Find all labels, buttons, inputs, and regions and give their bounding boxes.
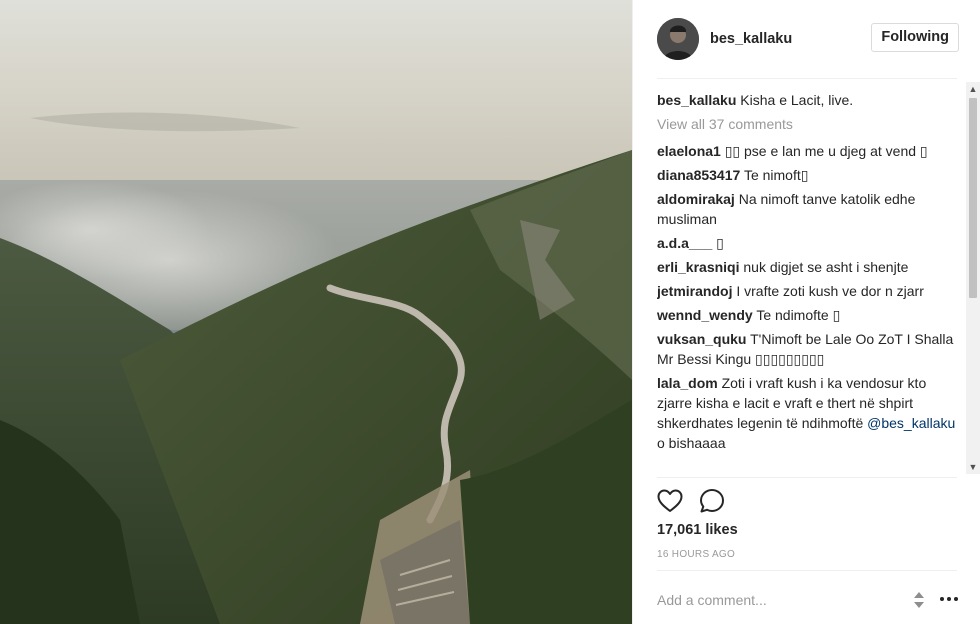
view-all-comments-link[interactable]: View all 37 comments <box>657 114 957 134</box>
more-options-icon[interactable] <box>937 589 961 609</box>
caption-author[interactable]: bes_kallaku <box>657 92 736 108</box>
comment-item: erli_krasniqi nuk digjet se asht i shenj… <box>657 257 957 277</box>
divider <box>657 477 957 478</box>
divider <box>657 78 957 79</box>
add-comment-input[interactable] <box>657 586 897 614</box>
avatar[interactable] <box>657 18 699 60</box>
divider <box>657 570 957 571</box>
comment-username[interactable]: wennd_wendy <box>657 307 753 323</box>
comments-scrollbar[interactable]: ▲ ▼ <box>966 82 980 474</box>
post-details-panel: bes_kallaku Following bes_kallaku Kisha … <box>632 0 980 624</box>
comment-item: elaelona1 ▯▯ pse e lan me u djeg at vend… <box>657 141 957 161</box>
avatar-image <box>657 18 699 60</box>
comment-item: a.d.a___ ▯ <box>657 233 957 253</box>
author-username[interactable]: bes_kallaku <box>710 31 792 47</box>
comment-username[interactable]: vuksan_quku <box>657 331 746 347</box>
comment-text: o bishaaaa <box>657 435 726 451</box>
comment-username[interactable]: jetmirandoj <box>657 283 732 299</box>
comment-username[interactable]: diana853417 <box>657 167 740 183</box>
comment-item: vuksan_quku T'Nimoft be Lale Oo ZoT I Sh… <box>657 329 957 369</box>
comment-item: aldomirakaj Na nimoft tanve katolik edhe… <box>657 189 957 229</box>
caption: bes_kallaku Kisha e Lacit, live. <box>657 90 957 110</box>
comment-bubble-icon[interactable] <box>697 486 727 516</box>
comment-text: ▯ <box>716 235 724 251</box>
comment-username[interactable]: a.d.a___ <box>657 235 712 251</box>
heart-icon[interactable] <box>655 486 685 516</box>
likes-count[interactable]: 17,061 likes <box>657 522 738 538</box>
comment-item: diana853417 Te nimoft▯ <box>657 165 957 185</box>
comment-text: Te ndimofte ▯ <box>756 307 841 323</box>
scroll-down-arrow-icon[interactable]: ▼ <box>966 460 980 474</box>
caption-text: Kisha e Lacit, live. <box>740 92 854 108</box>
comment-text: ▯▯ pse e lan me u djeg at vend ▯ <box>724 143 928 159</box>
landscape-photo <box>0 0 632 624</box>
post-actions <box>655 486 739 516</box>
comment-username[interactable]: aldomirakaj <box>657 191 735 207</box>
resize-handle-icon[interactable] <box>912 590 926 610</box>
comment-item: lala_dom Zoti i vraft kush i ka vendosur… <box>657 373 957 453</box>
post-image[interactable] <box>0 0 632 624</box>
comments-list: bes_kallaku Kisha e Lacit, live. View al… <box>657 90 957 476</box>
comment-username[interactable]: lala_dom <box>657 375 718 391</box>
comment-mention-link[interactable]: @bes_kallaku <box>867 415 955 431</box>
post-header: bes_kallaku Following <box>633 0 980 78</box>
comment-username[interactable]: erli_krasniqi <box>657 259 740 275</box>
comment-text: Te nimoft▯ <box>743 167 809 183</box>
scrollbar-thumb[interactable] <box>969 98 977 298</box>
following-button[interactable]: Following <box>871 23 959 52</box>
comment-item: jetmirandoj I vrafte zoti kush ve dor n … <box>657 281 957 301</box>
comment-text: I vrafte zoti kush ve dor n zjarr <box>736 283 924 299</box>
comment-username[interactable]: elaelona1 <box>657 143 721 159</box>
comment-text: nuk digjet se asht i shenjte <box>743 259 909 275</box>
scroll-up-arrow-icon[interactable]: ▲ <box>966 82 980 96</box>
comment-item: wennd_wendy Te ndimofte ▯ <box>657 305 957 325</box>
post-timestamp[interactable]: 16 HOURS AGO <box>657 549 735 560</box>
